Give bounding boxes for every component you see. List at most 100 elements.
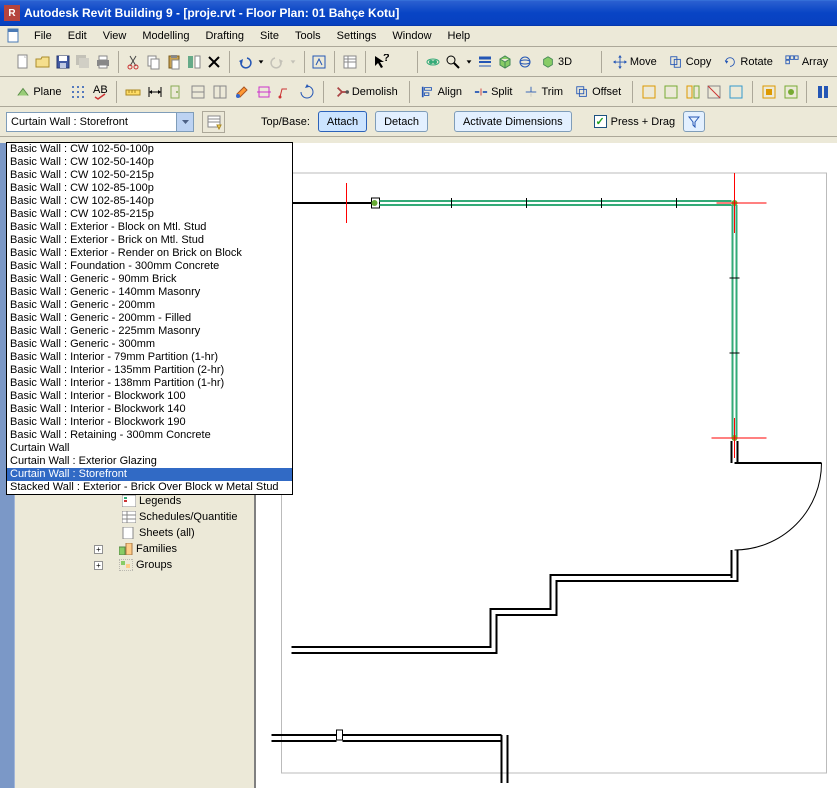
spot-icon[interactable]: [275, 81, 295, 103]
activate-dimensions-button[interactable]: Activate Dimensions: [454, 111, 572, 132]
type-option[interactable]: Basic Wall : Generic - 300mm: [7, 338, 292, 351]
type-selector-dropdown[interactable]: Basic Wall : CW 102-50-100pBasic Wall : …: [6, 142, 293, 495]
3d-box-icon[interactable]: [496, 51, 514, 73]
move-button[interactable]: Move: [608, 51, 662, 73]
cg5-icon[interactable]: [726, 81, 746, 103]
type-option[interactable]: Basic Wall : Interior - 79mm Partition (…: [7, 351, 292, 364]
type-option[interactable]: Basic Wall : CW 102-50-100p: [7, 143, 292, 156]
type-option[interactable]: Basic Wall : Exterior - Block on Mtl. St…: [7, 221, 292, 234]
tree-families[interactable]: + Families: [94, 541, 237, 557]
type-option[interactable]: Basic Wall : Generic - 140mm Masonry: [7, 286, 292, 299]
win-tag-a-icon[interactable]: [188, 81, 208, 103]
type-option[interactable]: Basic Wall : Exterior - Brick on Mtl. St…: [7, 234, 292, 247]
thinlines-icon[interactable]: [476, 51, 494, 73]
type-option[interactable]: Basic Wall : Interior - 138mm Partition …: [7, 377, 292, 390]
menu-site[interactable]: Site: [252, 28, 287, 44]
menu-modelling[interactable]: Modelling: [134, 28, 197, 44]
new-icon[interactable]: [14, 51, 32, 73]
zoom-icon[interactable]: [444, 51, 462, 73]
paste-icon[interactable]: [165, 51, 183, 73]
cg2-icon[interactable]: [661, 81, 681, 103]
type-option[interactable]: Curtain Wall : Storefront: [7, 468, 292, 481]
type-option[interactable]: Basic Wall : Interior - Blockwork 140: [7, 403, 292, 416]
delete-icon[interactable]: [205, 51, 223, 73]
tape-icon[interactable]: [123, 81, 143, 103]
expand-icon[interactable]: +: [94, 561, 103, 570]
cg6-icon[interactable]: [759, 81, 779, 103]
tree-groups[interactable]: + Groups: [94, 557, 237, 573]
props-icon[interactable]: [341, 51, 359, 73]
rev-icon[interactable]: [297, 81, 317, 103]
clip-icon[interactable]: [254, 81, 274, 103]
element-props-button[interactable]: [202, 111, 225, 133]
undo-drop-icon[interactable]: [256, 51, 266, 73]
open-icon[interactable]: [34, 51, 52, 73]
filter-button[interactable]: [683, 111, 705, 132]
win-tag-b-icon[interactable]: [210, 81, 230, 103]
type-option[interactable]: Curtain Wall: [7, 442, 292, 455]
attach-button[interactable]: Attach: [318, 111, 367, 132]
menu-settings[interactable]: Settings: [329, 28, 385, 44]
menu-drafting[interactable]: Drafting: [197, 28, 252, 44]
menu-view[interactable]: View: [95, 28, 135, 44]
dynmod-icon[interactable]: [310, 51, 328, 73]
match-icon[interactable]: [185, 51, 203, 73]
type-option[interactable]: Stacked Wall : Exterior - Brick Over Blo…: [7, 481, 292, 494]
cg7-icon[interactable]: [781, 81, 801, 103]
camera-icon[interactable]: [424, 51, 442, 73]
type-selector[interactable]: Curtain Wall : Storefront: [6, 112, 194, 132]
type-option[interactable]: Basic Wall : Generic - 200mm: [7, 299, 292, 312]
menu-file[interactable]: File: [26, 28, 60, 44]
cg1-icon[interactable]: [639, 81, 659, 103]
cut-icon[interactable]: [125, 51, 143, 73]
type-option[interactable]: Basic Wall : Interior - 135mm Partition …: [7, 364, 292, 377]
type-option[interactable]: Basic Wall : Generic - 90mm Brick: [7, 273, 292, 286]
copy-button[interactable]: Copy: [664, 51, 717, 73]
menu-window[interactable]: Window: [384, 28, 439, 44]
rotate-button[interactable]: Rotate: [718, 51, 777, 73]
type-option[interactable]: Basic Wall : CW 102-50-215p: [7, 169, 292, 182]
offset-button[interactable]: Offset: [570, 81, 626, 103]
grid-dots-icon[interactable]: [68, 81, 88, 103]
cg4-icon[interactable]: [704, 81, 724, 103]
type-option[interactable]: Basic Wall : Exterior - Render on Brick …: [7, 247, 292, 260]
type-option[interactable]: Basic Wall : Foundation - 300mm Concrete: [7, 260, 292, 273]
paint-icon[interactable]: [232, 81, 252, 103]
type-option[interactable]: Curtain Wall : Exterior Glazing: [7, 455, 292, 468]
menu-help[interactable]: Help: [440, 28, 479, 44]
drawing-canvas[interactable]: [256, 143, 837, 788]
tree-legends[interactable]: Legends: [122, 493, 237, 509]
zoom-drop-icon[interactable]: [464, 51, 474, 73]
trim-button[interactable]: Trim: [519, 81, 568, 103]
tree-schedules[interactable]: Schedules/Quantitie: [122, 509, 237, 525]
menu-edit[interactable]: Edit: [60, 28, 95, 44]
align-button[interactable]: Align: [416, 81, 467, 103]
type-option[interactable]: Basic Wall : CW 102-50-140p: [7, 156, 292, 169]
save-icon[interactable]: [54, 51, 72, 73]
tree-sheets[interactable]: Sheets (all): [122, 525, 237, 541]
type-option[interactable]: Basic Wall : CW 102-85-140p: [7, 195, 292, 208]
demolish-button[interactable]: Demolish: [330, 81, 403, 103]
copy-icon[interactable]: [145, 51, 163, 73]
orbit-icon[interactable]: [516, 51, 534, 73]
detach-button[interactable]: Detach: [375, 111, 428, 132]
cg8-icon[interactable]: [813, 81, 833, 103]
split-button[interactable]: Split: [469, 81, 517, 103]
undo-icon[interactable]: [236, 51, 254, 73]
type-option[interactable]: Basic Wall : Interior - Blockwork 190: [7, 416, 292, 429]
type-option[interactable]: Basic Wall : Retaining - 300mm Concrete: [7, 429, 292, 442]
array-button[interactable]: Array: [780, 51, 833, 73]
print-icon[interactable]: [94, 51, 112, 73]
cg3-icon[interactable]: [683, 81, 703, 103]
type-option[interactable]: Basic Wall : CW 102-85-100p: [7, 182, 292, 195]
plane-button[interactable]: Plane: [11, 81, 66, 103]
type-option[interactable]: Basic Wall : Interior - Blockwork 100: [7, 390, 292, 403]
type-option[interactable]: Basic Wall : Generic - 225mm Masonry: [7, 325, 292, 338]
dim-icon[interactable]: [145, 81, 165, 103]
expand-icon[interactable]: +: [94, 545, 103, 554]
type-option[interactable]: Basic Wall : CW 102-85-215p: [7, 208, 292, 221]
document-icon[interactable]: [6, 28, 22, 44]
chevron-down-icon[interactable]: [176, 113, 193, 131]
spell-icon[interactable]: ABC: [90, 81, 110, 103]
type-option[interactable]: Basic Wall : Generic - 200mm - Filled: [7, 312, 292, 325]
